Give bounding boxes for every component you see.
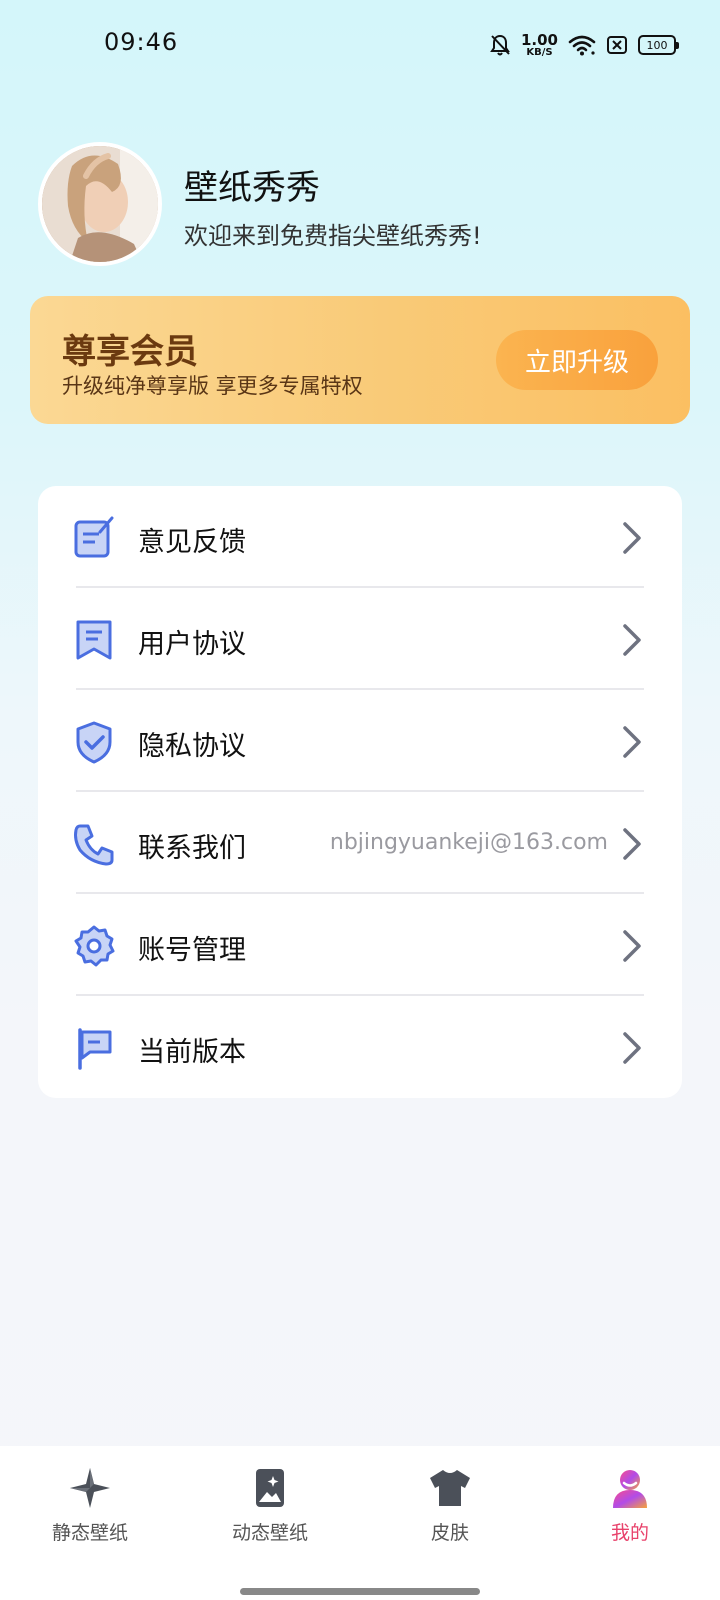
nav-live-wallpaper[interactable]: 动态壁纸 — [180, 1446, 360, 1576]
sim-off-icon — [607, 36, 627, 54]
nav-mine[interactable]: 我的 — [540, 1446, 720, 1576]
chevron-right-icon — [623, 726, 641, 758]
profile-icon — [613, 1470, 647, 1508]
static-wallpaper-icon — [70, 1468, 110, 1508]
gear-icon — [74, 925, 115, 967]
phone-icon — [74, 824, 114, 866]
nav-static-wallpaper[interactable]: 静态壁纸 — [0, 1446, 180, 1576]
menu-item-label: 当前版本 — [138, 1037, 246, 1068]
settings-menu: 意见反馈 用户协议 隐私协议 联系我们 nbjingyuankeji@163.c… — [38, 486, 682, 1098]
vip-banner[interactable]: 尊享会员 升级纯净尊享版 享更多专属特权 立即升级 — [30, 296, 690, 424]
live-wallpaper-icon — [256, 1469, 284, 1507]
menu-item-account[interactable]: 账号管理 — [38, 894, 682, 996]
tshirt-icon — [430, 1470, 470, 1506]
vip-description: 升级纯净尊享版 享更多专属特权 — [62, 374, 363, 398]
battery-level: 100 — [646, 38, 668, 52]
chevron-right-icon — [623, 522, 641, 554]
status-bar: 09:46 1.00 KB/S 100 — [0, 0, 720, 90]
avatar-photo — [42, 146, 158, 262]
speed-unit: KB/S — [526, 46, 553, 58]
menu-item-label: 意见反馈 — [138, 527, 246, 558]
chevron-right-icon — [623, 624, 641, 656]
wifi-icon — [568, 35, 596, 56]
upgrade-button[interactable]: 立即升级 — [496, 330, 658, 390]
menu-item-label: 用户协议 — [138, 629, 246, 660]
nav-label: 动态壁纸 — [231, 1522, 308, 1544]
chevron-right-icon — [623, 930, 641, 962]
vip-title: 尊享会员 — [62, 332, 198, 372]
avatar[interactable] — [38, 142, 162, 266]
bookmark-document-icon — [76, 620, 112, 660]
menu-item-label: 隐私协议 — [138, 731, 246, 762]
nav-skin[interactable]: 皮肤 — [360, 1446, 540, 1576]
menu-item-privacy[interactable]: 隐私协议 — [38, 690, 682, 792]
nav-label: 我的 — [610, 1522, 649, 1544]
menu-item-label: 联系我们 — [138, 833, 246, 864]
nav-label: 皮肤 — [430, 1522, 469, 1544]
home-indicator[interactable] — [240, 1588, 480, 1595]
profile-welcome: 欢迎来到免费指尖壁纸秀秀! — [184, 222, 482, 250]
speed-value: 1.00 — [520, 30, 558, 49]
menu-item-user-agreement[interactable]: 用户协议 — [38, 588, 682, 690]
chevron-right-icon — [623, 1032, 641, 1064]
network-speed: 1.00 KB/S — [520, 30, 558, 58]
battery-icon: 100 — [638, 35, 679, 55]
mute-bell-icon — [490, 34, 510, 56]
feedback-icon — [74, 516, 114, 558]
menu-item-contact[interactable]: 联系我们 nbjingyuankeji@163.com — [38, 792, 682, 894]
status-time: 09:46 — [104, 28, 179, 56]
profile-name: 壁纸秀秀 — [184, 168, 320, 208]
flag-icon — [78, 1028, 112, 1070]
contact-email: nbjingyuankeji@163.com — [329, 830, 608, 855]
shield-check-icon — [76, 721, 112, 764]
menu-item-version[interactable]: 当前版本 — [38, 996, 682, 1098]
bottom-nav: 静态壁纸 动态壁纸 皮肤 我的 — [0, 1446, 720, 1600]
menu-item-label: 账号管理 — [138, 935, 246, 966]
menu-item-feedback[interactable]: 意见反馈 — [38, 486, 682, 588]
nav-label: 静态壁纸 — [51, 1522, 128, 1544]
status-icons: 1.00 KB/S 100 — [489, 28, 679, 62]
chevron-right-icon — [623, 828, 641, 860]
